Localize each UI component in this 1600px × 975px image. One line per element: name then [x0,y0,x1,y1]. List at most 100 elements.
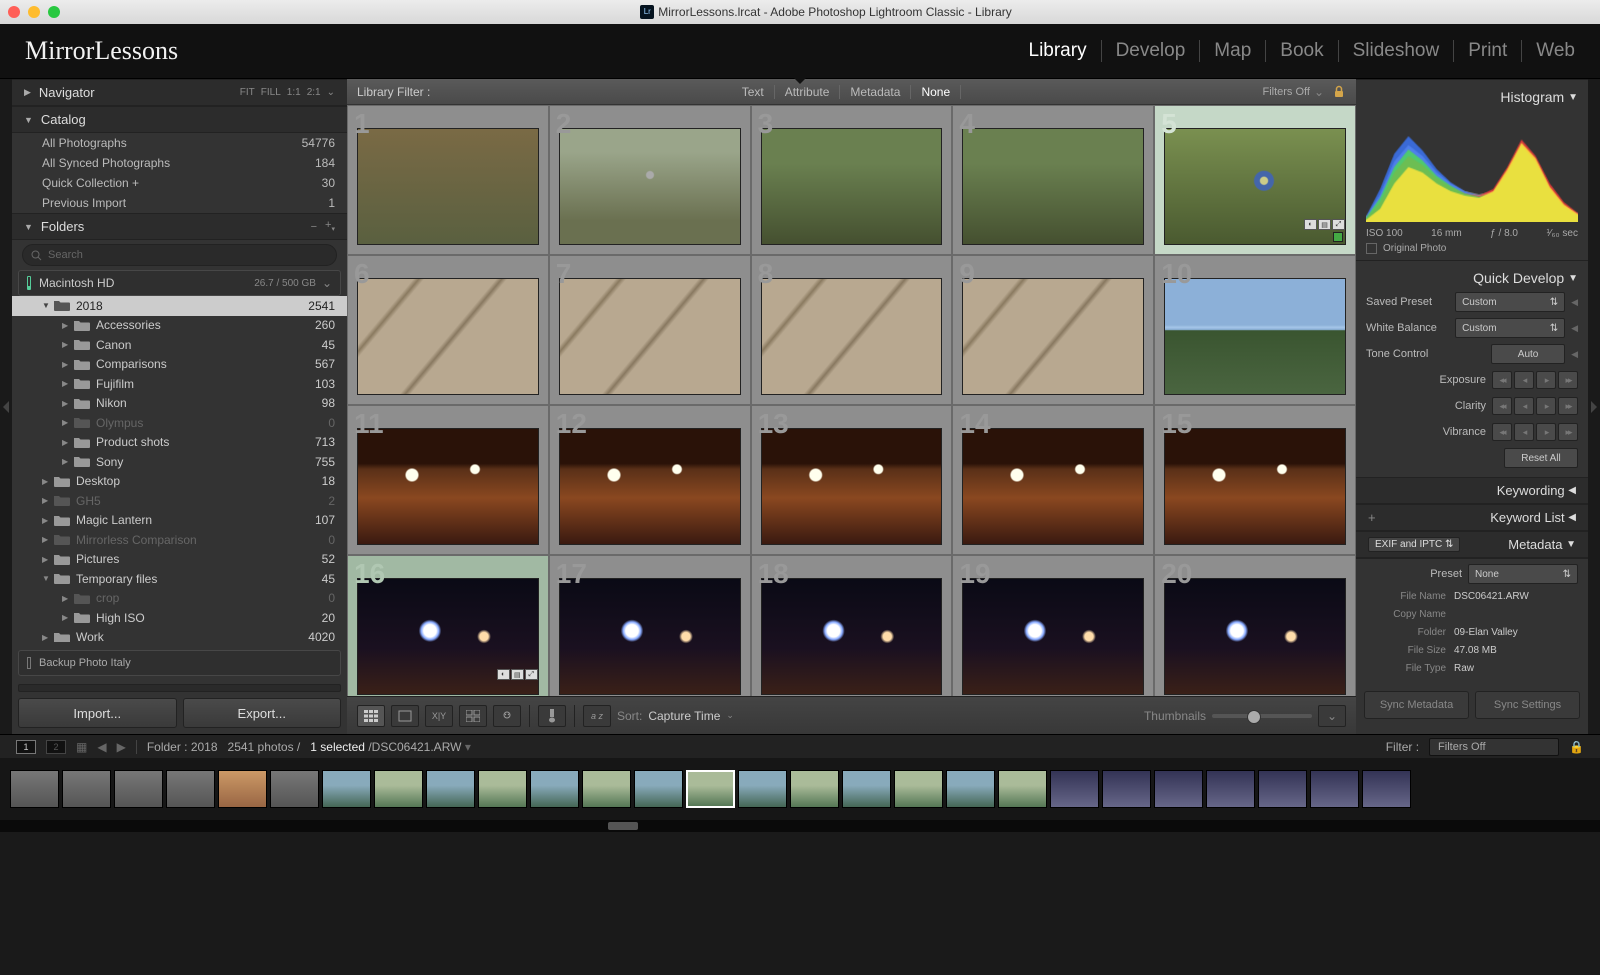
thumbnail-cell[interactable]: 4 [952,105,1154,255]
metadata-row[interactable]: File TypeRaw [1366,659,1578,677]
add-keyword-icon[interactable]: + [1368,510,1376,525]
collapse-icon[interactable]: ▼ [1568,273,1578,284]
filter-metadata[interactable]: Metadata [840,85,911,99]
toolbar-options-icon[interactable]: ⌄ [1318,705,1346,727]
filmstrip-thumb[interactable] [114,770,163,808]
thumbnail-cell[interactable]: 16◐▤⤢ [347,555,549,696]
filmstrip-thumb[interactable] [842,770,891,808]
expand-icon[interactable]: ▼ [42,574,54,583]
expand-icon[interactable]: ▶ [62,457,74,466]
sort-direction-icon[interactable]: a z [583,705,611,727]
thumbnail-cell[interactable]: 8 [751,255,953,405]
filter-text[interactable]: Text [732,85,775,99]
thumbnail-cell[interactable]: 20 [1154,555,1356,696]
metadata-row[interactable]: Copy Name [1366,605,1578,623]
metadata-row[interactable]: File NameDSC06421.ARW [1366,587,1578,605]
module-print[interactable]: Print [1454,40,1522,62]
catalog-item[interactable]: Previous Import1 [12,193,347,213]
expand-icon[interactable]: ▶ [62,321,74,330]
filmstrip-thumb[interactable] [1102,770,1151,808]
filter-lock-icon[interactable]: 🔒 [1569,740,1584,754]
thumbnail-cell[interactable]: 2 [549,105,751,255]
filmstrip-thumb[interactable] [582,770,631,808]
add-folder-icon[interactable]: +▾ [325,219,335,233]
filmstrip[interactable] [0,758,1600,820]
expand-icon[interactable]: ▶ [62,613,74,622]
metadata-row[interactable]: Folder09-Elan Valley [1366,623,1578,641]
exposure-stepper[interactable]: ◂◂◂▸▸▸ [1492,371,1578,389]
folder-row[interactable]: ▶Mirrorless Comparison0 [12,530,347,550]
catalog-item[interactable]: Quick Collection +30 [12,173,347,193]
thumbnail-cell[interactable]: 1 [347,105,549,255]
volume-dropdown-icon[interactable]: ⌄ [322,276,332,290]
export-button[interactable]: Export... [183,698,342,728]
original-photo-checkbox[interactable] [1366,243,1377,254]
expand-icon[interactable]: ▶ [62,594,74,603]
filmstrip-thumb[interactable] [634,770,683,808]
thumbnail-grid[interactable]: 12345◐▤⤢678910111213141516◐▤⤢17181920 [347,105,1356,696]
expand-icon[interactable]: ▼ [42,301,54,310]
dropdown-icon[interactable]: ▾ [465,740,471,754]
remove-folder-icon[interactable]: − [311,221,317,233]
thumbnail-cell[interactable]: 9 [952,255,1154,405]
panel-scrollbar[interactable] [18,684,341,692]
vibrance-stepper[interactable]: ◂◂◂▸▸▸ [1492,423,1578,441]
backup-volume[interactable]: Backup Photo Italy [18,650,341,676]
filmstrip-thumb[interactable] [62,770,111,808]
expand-icon[interactable]: ▶ [62,399,74,408]
source-path[interactable]: Folder : 2018 [147,740,218,754]
identity-plate[interactable]: MirrorLessons [25,36,178,66]
filmstrip-thumb[interactable] [1206,770,1255,808]
filmstrip-thumb[interactable] [1050,770,1099,808]
catalog-item[interactable]: All Synced Photographs184 [12,153,347,173]
secondary-monitor-icon[interactable]: 2 [46,740,66,754]
window-close-icon[interactable] [8,6,20,18]
folder-row[interactable]: ▶crop0 [12,589,347,609]
filmstrip-thumb[interactable] [10,770,59,808]
thumbnail-size-slider[interactable] [1212,714,1312,718]
white-balance-select[interactable]: Custom⇅ [1455,318,1565,338]
metadata-row[interactable]: File Size47.08 MB [1366,641,1578,659]
thumbnail-cell[interactable]: 14 [952,405,1154,555]
folder-row[interactable]: ▶GH52 [12,491,347,511]
expand-icon[interactable]: ▶ [62,360,74,369]
disclosure-icon[interactable]: ◀ [1571,349,1578,360]
expand-icon[interactable]: ▶ [42,555,54,564]
filmstrip-thumb[interactable] [218,770,267,808]
folder-row[interactable]: ▶Olympus0 [12,413,347,433]
thumbnail-cell[interactable]: 13 [751,405,953,555]
folder-row[interactable]: ▶Accessories260 [12,316,347,336]
go-forward-icon[interactable]: ▶ [117,740,126,754]
filmstrip-thumb[interactable] [1362,770,1411,808]
thumbnail-cell[interactable]: 5◐▤⤢ [1154,105,1356,255]
folders-header[interactable]: ▼ Folders − +▾ [12,213,347,240]
expand-icon[interactable]: ▶ [42,516,54,525]
filmstrip-thumb[interactable] [1258,770,1307,808]
filmstrip-thumb[interactable] [166,770,215,808]
filmstrip-thumb[interactable] [894,770,943,808]
folder-row[interactable]: ▶High ISO20 [12,608,347,628]
auto-tone-button[interactable]: Auto [1491,344,1565,364]
keywordlist-header[interactable]: +Keyword List ◀ [1356,504,1588,531]
thumbnail-cell[interactable]: 7 [549,255,751,405]
histogram-display[interactable] [1366,112,1578,222]
folder-row[interactable]: ▶Product shots713 [12,433,347,453]
loupe-view-icon[interactable] [391,705,419,727]
module-web[interactable]: Web [1522,40,1575,62]
expand-icon[interactable]: ▶ [62,418,74,427]
filmstrip-thumb[interactable] [322,770,371,808]
nav-zoom-dropdown-icon[interactable]: ⌄ [327,87,335,98]
thumbnail-cell[interactable]: 15 [1154,405,1356,555]
folder-row[interactable]: ▶Work4020 [12,628,347,643]
filmstrip-thumb[interactable] [478,770,527,808]
catalog-item[interactable]: All Photographs54776 [12,133,347,153]
filter-none[interactable]: None [911,85,961,99]
catalog-header[interactable]: ▼ Catalog [12,106,347,133]
expand-icon[interactable]: ▶ [62,438,74,447]
keywording-header[interactable]: Keywording ◀ [1356,477,1588,504]
disclosure-icon[interactable]: ◀ [1571,297,1578,308]
grid-shortcut-icon[interactable]: ▦ [76,740,87,754]
thumbnail-cell[interactable]: 12 [549,405,751,555]
folder-row[interactable]: ▶Canon45 [12,335,347,355]
filter-state[interactable]: Filters Off [1262,86,1309,98]
